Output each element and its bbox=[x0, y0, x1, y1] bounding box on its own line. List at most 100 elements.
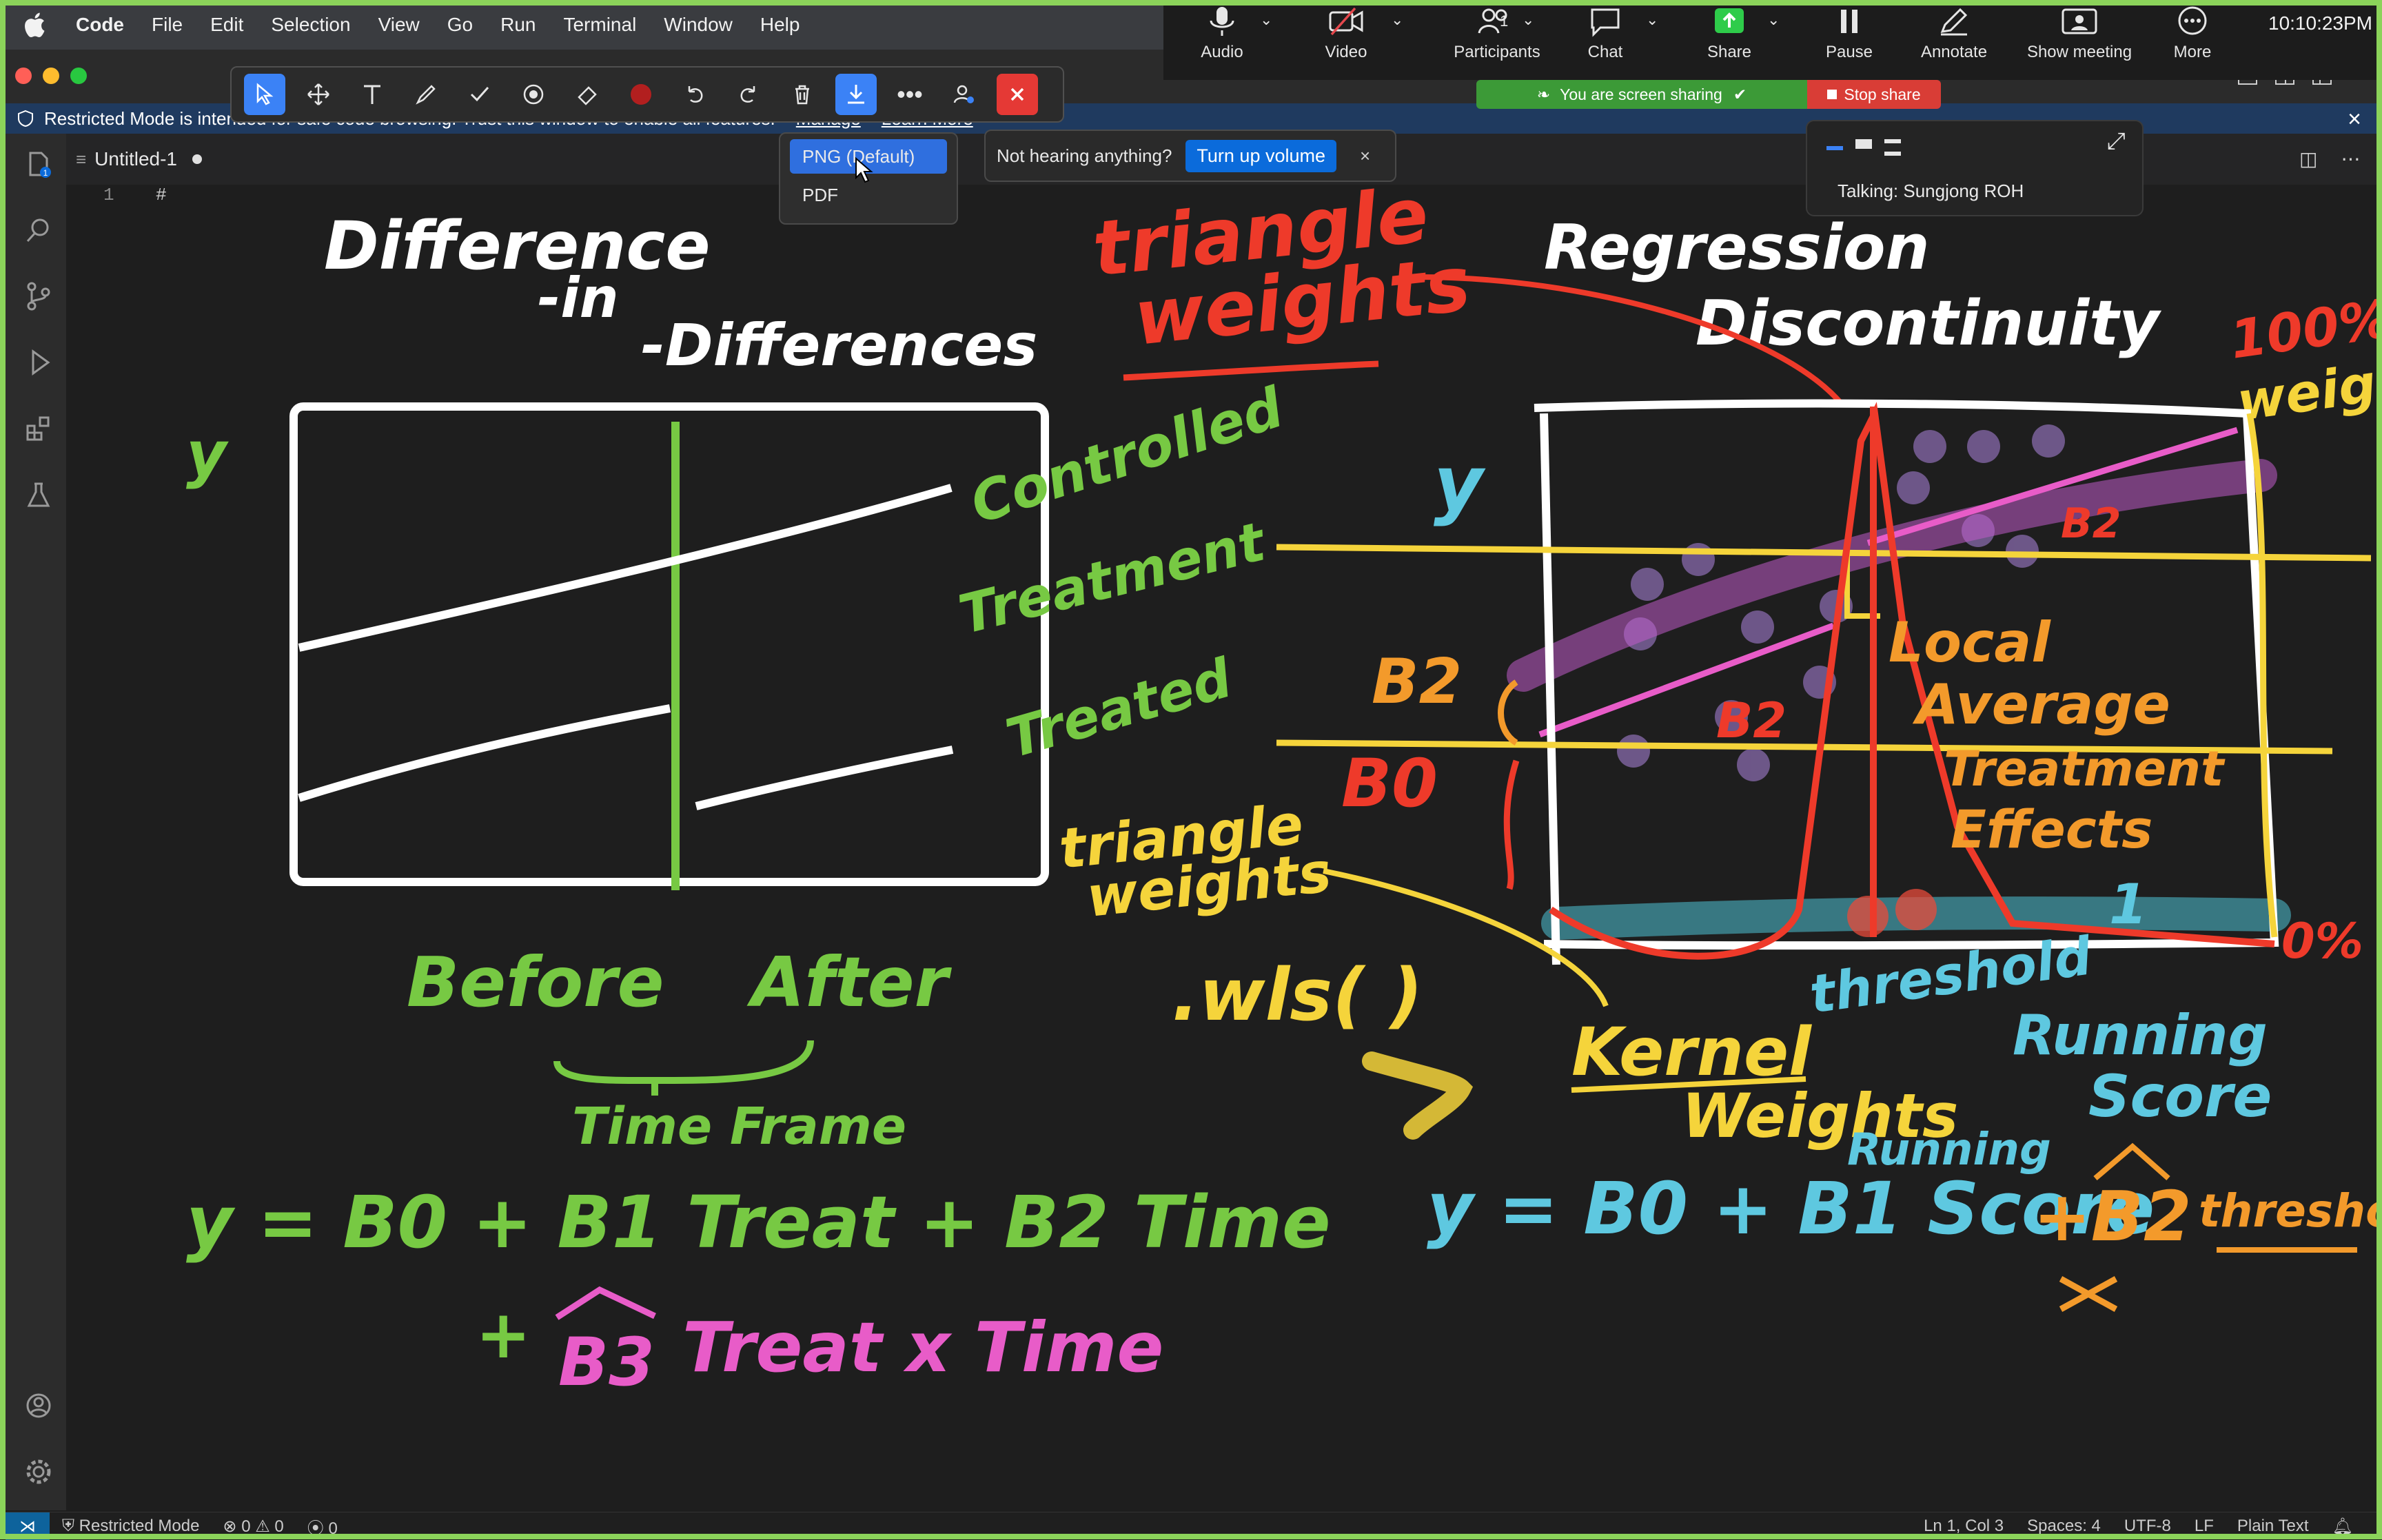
eol-status[interactable]: LF bbox=[2195, 1517, 2214, 1537]
download-icon bbox=[848, 85, 864, 104]
redo-button[interactable] bbox=[728, 74, 769, 115]
stop-share-label: Stop share bbox=[1844, 85, 1921, 103]
undo-icon bbox=[688, 86, 703, 103]
chat-bubble-icon bbox=[1591, 8, 1620, 37]
draw-tool-button[interactable] bbox=[405, 74, 447, 115]
did-equation-line-2: Treat x Time bbox=[682, 1307, 1163, 1388]
rd-late-4: Effects bbox=[1951, 799, 2152, 860]
menu-app-name[interactable]: Code bbox=[76, 14, 124, 36]
trash-icon bbox=[795, 85, 809, 105]
close-x-icon bbox=[1010, 88, 1024, 101]
rd-zero-pct: 0% bbox=[2281, 913, 2363, 969]
more-button[interactable]: More bbox=[2141, 6, 2244, 77]
source-control-icon[interactable] bbox=[23, 281, 54, 311]
did-control-line bbox=[298, 484, 953, 652]
menu-go[interactable]: Go bbox=[447, 14, 473, 36]
eraser-icon bbox=[578, 86, 597, 105]
screen-sharing-indicator: ❧ You are screen sharing ✔ bbox=[1476, 80, 1807, 109]
clear-button[interactable] bbox=[782, 74, 823, 115]
spotlight-tool-button[interactable] bbox=[513, 74, 554, 115]
volume-tip-close-button[interactable]: × bbox=[1360, 145, 1370, 167]
run-debug-icon[interactable] bbox=[23, 347, 54, 378]
split-editor-icon[interactable]: ◫ bbox=[2299, 147, 2317, 170]
settings-gear-icon[interactable] bbox=[23, 1457, 54, 1487]
problems-status[interactable]: ⊗ 0 ⚠ 0 bbox=[223, 1517, 283, 1537]
rd-late-1: Local bbox=[1889, 610, 2051, 675]
more-actions-icon[interactable]: ⋯ bbox=[2341, 147, 2360, 170]
did-controlled-label: Controlled bbox=[963, 375, 1291, 536]
pause-label: Pause bbox=[1825, 43, 1873, 61]
audio-chevron-icon[interactable]: ⌄ bbox=[1260, 11, 1272, 29]
menu-selection[interactable]: Selection bbox=[271, 14, 350, 36]
turn-up-volume-button[interactable]: Turn up volume bbox=[1185, 139, 1336, 172]
did-before-label: Before bbox=[407, 942, 664, 1023]
annotation-canvas[interactable]: Difference -in -Differences y Controlled… bbox=[66, 185, 2376, 1512]
ports-status[interactable]: ⦿ 0 bbox=[307, 1515, 338, 1539]
remote-indicator-icon[interactable]: ⋊ bbox=[6, 1512, 50, 1540]
menu-file[interactable]: File bbox=[152, 14, 183, 36]
svg-text:1: 1 bbox=[43, 168, 48, 178]
menu-help[interactable]: Help bbox=[760, 14, 800, 36]
status-bar: ⋊ ⛨ Restricted Mode ⊗ 0 ⚠ 0 ⦿ 0 Ln 1, Co… bbox=[6, 1512, 2376, 1540]
stamp-tool-button[interactable] bbox=[459, 74, 500, 115]
explorer-icon[interactable]: 1 bbox=[23, 149, 54, 179]
video-button[interactable]: Video bbox=[1287, 6, 1405, 77]
text-tool-button[interactable] bbox=[352, 74, 393, 115]
banner-close-button[interactable]: × bbox=[2348, 106, 2361, 133]
undo-button[interactable] bbox=[674, 74, 715, 115]
color-picker-button[interactable] bbox=[620, 74, 662, 115]
speaker-view-icon[interactable] bbox=[1855, 139, 1872, 149]
minimize-window-button[interactable] bbox=[43, 68, 59, 84]
expand-icon[interactable]: ⤢ bbox=[2107, 128, 2126, 155]
pause-share-button[interactable]: Pause bbox=[1791, 6, 1908, 77]
did-b3-hat bbox=[555, 1286, 656, 1320]
share-chevron-icon[interactable]: ⌄ bbox=[1767, 11, 1780, 29]
cursor-position[interactable]: Ln 1, Col 3 bbox=[1924, 1517, 2004, 1537]
eraser-tool-button[interactable] bbox=[567, 74, 608, 115]
active-speaker-panel: ⤢ Talking: Sungjong ROH bbox=[1806, 120, 2144, 216]
did-treated-before-line bbox=[298, 704, 671, 802]
did-equation-line-1: y = B0 + B1 Treat + B2 Time bbox=[186, 1180, 1331, 1264]
apple-icon[interactable] bbox=[21, 10, 51, 40]
minimize-view-icon[interactable] bbox=[1826, 146, 1843, 150]
volume-tooltip: Not hearing anything? Turn up volume × bbox=[984, 130, 1396, 182]
restricted-mode-status[interactable]: ⛨ Restricted Mode bbox=[62, 1517, 199, 1536]
participants-chevron-icon[interactable]: ⌄ bbox=[1522, 11, 1534, 29]
stop-share-button[interactable]: Stop share bbox=[1807, 80, 1941, 109]
indentation-status[interactable]: Spaces: 4 bbox=[2027, 1517, 2101, 1537]
notifications-bell-icon[interactable]: 🔔︎ bbox=[2332, 1517, 2353, 1537]
close-window-button[interactable] bbox=[15, 68, 32, 84]
annotate-button[interactable]: Annotate bbox=[1895, 6, 2013, 77]
rd-wls-label: .wls( ) bbox=[1172, 953, 1423, 1037]
did-title-3: -Differences bbox=[641, 311, 1037, 379]
video-chevron-icon[interactable]: ⌄ bbox=[1391, 11, 1403, 29]
language-mode[interactable]: Plain Text bbox=[2237, 1517, 2309, 1537]
participant-annotations-button[interactable] bbox=[943, 74, 984, 115]
share-label: Share bbox=[1707, 43, 1752, 61]
editor-actions: ◫ ⋯ bbox=[2299, 147, 2360, 170]
close-annotation-button[interactable] bbox=[997, 74, 1038, 115]
talking-indicator: Talking: Sungjong ROH bbox=[1838, 181, 2024, 201]
move-tool-button[interactable] bbox=[298, 74, 339, 115]
zoom-window-button[interactable] bbox=[70, 68, 87, 84]
menu-run[interactable]: Run bbox=[500, 14, 536, 36]
more-options-button[interactable]: ••• bbox=[889, 74, 930, 115]
tab-untitled-1[interactable]: ≡ Untitled-1 bbox=[76, 138, 203, 181]
extensions-icon[interactable] bbox=[23, 413, 54, 444]
chat-chevron-icon[interactable]: ⌄ bbox=[1646, 11, 1658, 29]
redo-icon bbox=[740, 86, 755, 103]
encoding-status[interactable]: UTF-8 bbox=[2124, 1517, 2171, 1537]
show-meeting-button[interactable]: Show meeting bbox=[2007, 6, 2152, 77]
menu-edit[interactable]: Edit bbox=[210, 14, 243, 36]
menu-terminal[interactable]: Terminal bbox=[563, 14, 636, 36]
testing-flask-icon[interactable] bbox=[23, 480, 54, 510]
search-icon[interactable] bbox=[23, 215, 54, 245]
save-download-button[interactable] bbox=[835, 74, 877, 115]
menu-window[interactable]: Window bbox=[664, 14, 733, 36]
gallery-view-icon[interactable] bbox=[1884, 139, 1901, 156]
select-tool-button[interactable] bbox=[244, 74, 285, 115]
did-plot-box bbox=[289, 402, 1049, 886]
accounts-icon[interactable] bbox=[23, 1390, 54, 1421]
sharing-status-text: You are screen sharing bbox=[1560, 85, 1722, 103]
menu-view[interactable]: View bbox=[378, 14, 420, 36]
